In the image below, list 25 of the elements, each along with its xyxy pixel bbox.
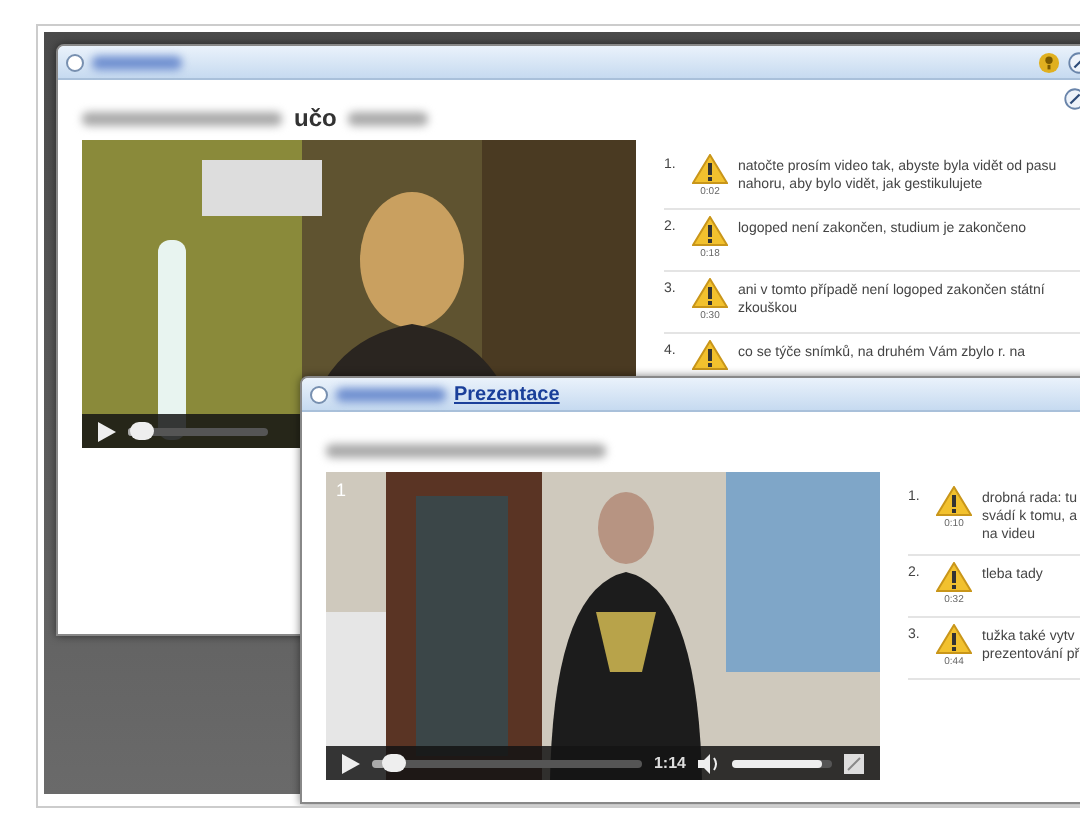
seek-thumb[interactable] [129, 421, 154, 439]
header-text: učo [294, 104, 337, 132]
blurred-text [348, 111, 429, 125]
warning-icon [692, 154, 728, 184]
blurred-text [336, 387, 446, 401]
warning-icon [692, 340, 728, 370]
play-icon[interactable] [342, 753, 360, 773]
fullscreen-icon[interactable] [844, 753, 864, 773]
warning-icon [936, 486, 972, 516]
video-time: 1:14 [653, 754, 686, 772]
pin-icon[interactable] [1064, 88, 1080, 110]
window-title[interactable]: Prezentace [454, 383, 560, 405]
seek-bar[interactable] [128, 427, 268, 435]
play-icon[interactable] [98, 421, 116, 441]
warning-icon [692, 216, 728, 246]
window-menu-icon[interactable] [310, 385, 328, 403]
seek-bar[interactable] [372, 759, 642, 767]
warning-icon [936, 562, 972, 592]
video-number: 1 [336, 480, 347, 500]
blurred-text [92, 55, 182, 69]
warning-icon [692, 278, 728, 308]
seek-thumb[interactable] [381, 753, 406, 771]
warning-icon [936, 624, 972, 654]
window-menu-icon[interactable] [66, 53, 84, 71]
volume-icon[interactable] [698, 753, 720, 773]
